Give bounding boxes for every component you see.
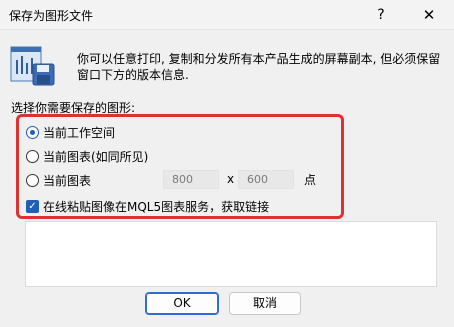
option-workspace[interactable]: 当前工作空间 (26, 124, 115, 141)
title-bar: 保存为图形文件 ? ✕ (0, 0, 454, 30)
radio-chart-as-shown[interactable] (26, 150, 39, 163)
option-chart-custom[interactable]: 当前图表 (26, 172, 91, 189)
intro-text: 你可以任意打印, 复制和分发所有本产品生成的屏幕副本, 但必须保留窗口下方的版本… (77, 52, 441, 82)
option-chart-as-shown[interactable]: 当前图表(如同所见) (26, 148, 148, 165)
unit-label: 点 (304, 173, 317, 187)
save-chart-icon (10, 46, 55, 86)
option-upload[interactable]: ✓ 在线粘贴图像在MQL5图表服务，获取链接 (26, 198, 269, 215)
option-chart-custom-label: 当前图表 (43, 174, 92, 188)
window-title: 保存为图形文件 (9, 9, 94, 23)
height-input[interactable]: 600 (238, 170, 294, 189)
option-workspace-label: 当前工作空间 (43, 126, 116, 140)
radio-workspace[interactable] (26, 126, 39, 139)
times-sign: x (227, 172, 235, 186)
width-input[interactable]: 800 (163, 170, 219, 189)
ok-button[interactable]: OK (145, 292, 219, 315)
option-upload-label: 在线粘贴图像在MQL5图表服务，获取链接 (43, 200, 270, 214)
checkbox-upload[interactable]: ✓ (26, 200, 39, 213)
option-chart-as-shown-label: 当前图表(如同所见) (43, 150, 149, 164)
radio-chart-custom[interactable] (26, 174, 39, 187)
cancel-button[interactable]: 取消 (229, 292, 301, 315)
link-textbox[interactable] (25, 221, 437, 287)
close-button[interactable]: ✕ (414, 2, 444, 28)
help-button[interactable]: ? (366, 2, 396, 28)
